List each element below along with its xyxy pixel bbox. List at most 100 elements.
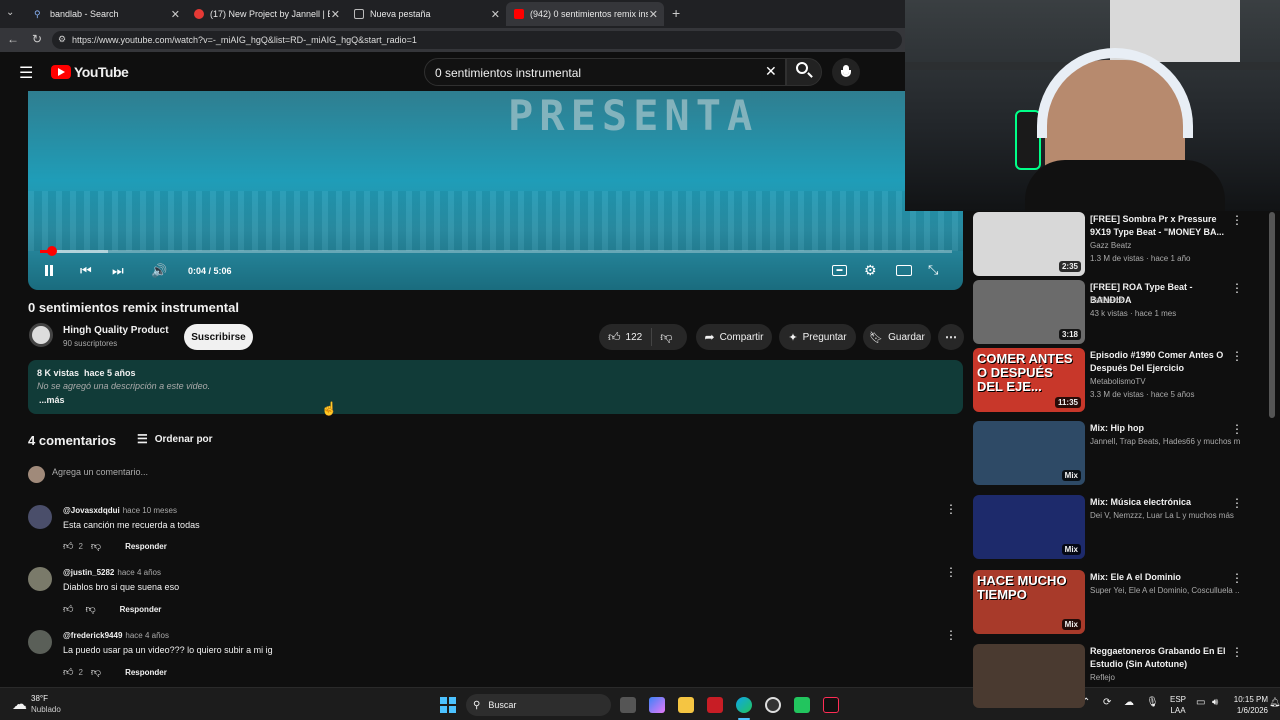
reply-button[interactable]: Responder	[120, 605, 162, 614]
comment-time[interactable]: hace 4 años	[125, 631, 169, 640]
scrubber-handle[interactable]	[46, 246, 57, 256]
comment-author[interactable]: @frederick9449	[63, 631, 122, 640]
video-thumbnail[interactable]	[973, 644, 1085, 708]
language-indicator[interactable]: ESP LAA	[1170, 694, 1186, 716]
add-comment-input[interactable]: Agrega un comentario...	[52, 467, 952, 479]
settings-gear-icon[interactable]: ⚙	[864, 262, 877, 279]
next-icon[interactable]: ⏭	[112, 263, 124, 279]
save-button[interactable]: 🔖︎ Guardar	[863, 324, 931, 350]
clock[interactable]: 10:15 PM 1/6/2026	[1230, 694, 1268, 716]
edge-browser-icon[interactable]	[736, 697, 752, 713]
comment-avatar[interactable]	[28, 567, 52, 591]
video-thumbnail[interactable]: Mix	[973, 495, 1085, 559]
video-thumbnail[interactable]: COMER ANTES O DESPUÉS DEL EJE... 11:35	[973, 348, 1085, 412]
recommended-menu-icon[interactable]: ⋮	[1231, 496, 1243, 510]
subscribe-button[interactable]: Suscribirse	[184, 324, 253, 350]
volume-icon[interactable]: 🔊	[151, 263, 167, 279]
recommended-video-title[interactable]: [FREE] Sombra Pr x Pressure 9X19 Type Be…	[1090, 213, 1230, 239]
recommended-menu-icon[interactable]: ⋮	[1231, 645, 1243, 659]
video-player[interactable]: PRESENTA ⏮ ⏭ 🔊 0:04 / 5:06 ▬ ⚙ ⤡	[28, 91, 963, 290]
taskbar-search-box[interactable]: ⚲ Buscar	[466, 694, 611, 716]
reply-button[interactable]: Responder	[125, 542, 167, 551]
comment-like-thumbs-up-icon[interactable]: 👍︎	[63, 603, 73, 615]
tab-list-chevron-icon[interactable]: ⌄	[6, 7, 14, 18]
recommended-channel[interactable]: Reflejo	[1090, 673, 1240, 682]
sidebar-scrollbar[interactable]	[1269, 212, 1275, 418]
close-tab-icon[interactable]: ✕	[171, 8, 180, 21]
task-view-icon[interactable]	[620, 697, 636, 713]
discord-icon[interactable]	[794, 697, 810, 713]
recommended-channel[interactable]: Gazz Beatz	[1090, 241, 1240, 250]
network-icon[interactable]: ▭	[1196, 697, 1205, 708]
tab-bandlab-project[interactable]: (17) New Project by Jannell | BandLab ✕	[186, 2, 346, 26]
close-tab-icon[interactable]: ✕	[331, 8, 340, 21]
file-explorer-icon[interactable]	[678, 697, 694, 713]
tray-app-icon[interactable]: ⟳	[1103, 697, 1111, 708]
sort-comments-button[interactable]: ☰ Ordenar por	[137, 432, 213, 446]
comment-dislike-thumbs-down-icon[interactable]: 👎︎	[91, 666, 101, 678]
close-tab-icon[interactable]: ✕	[491, 8, 500, 21]
comment-author[interactable]: @Jovasxdqdui	[63, 506, 120, 515]
tab-bandlab-search[interactable]: ⚲ bandlab - Search ✕	[26, 2, 186, 26]
recommended-video-title[interactable]: Reggaetoneros Grabando En El Estudio (Si…	[1090, 645, 1230, 671]
back-arrow-icon[interactable]: ←	[7, 32, 19, 46]
search-button[interactable]	[786, 58, 822, 86]
more-actions-icon[interactable]: ⋯	[938, 324, 964, 350]
recommended-video-title[interactable]: Episodio #1990 Comer Antes O Después Del…	[1090, 349, 1230, 375]
recommended-menu-icon[interactable]: ⋮	[1231, 213, 1243, 227]
comment-author[interactable]: @justin_5282	[63, 568, 114, 577]
video-thumbnail[interactable]: HACE MUCHO TIEMPO Mix	[973, 570, 1085, 634]
share-button[interactable]: ➦ Compartir	[696, 324, 772, 350]
reload-icon[interactable]: ↻	[32, 32, 42, 46]
pause-icon[interactable]	[43, 265, 55, 277]
clear-search-icon[interactable]: ✕	[765, 63, 777, 80]
channel-name[interactable]: Hingh Quality Product	[63, 325, 169, 336]
progress-bar[interactable]	[40, 246, 952, 256]
subtitles-icon[interactable]: ▬	[832, 265, 847, 276]
comment-like-thumbs-up-icon[interactable]: 👍︎	[63, 540, 73, 552]
video-thumbnail[interactable]: Mix	[973, 421, 1085, 485]
recommended-channel[interactable]: Ka1serzz	[1090, 296, 1240, 305]
comment-time[interactable]: hace 10 meses	[123, 506, 177, 515]
recommended-video-title[interactable]: Mix: Hip hop	[1090, 422, 1230, 435]
tray-mic-icon[interactable]: 🎙︎	[1146, 697, 1159, 708]
notification-bell-icon[interactable]: 🔔︎	[1269, 697, 1280, 708]
comment-menu-icon[interactable]: ⋮	[945, 502, 957, 516]
mcafee-shield-icon[interactable]	[707, 697, 723, 713]
recommended-channel[interactable]: Jannell, Trap Beats, Hades66 y muchos má…	[1090, 437, 1240, 446]
recommended-menu-icon[interactable]: ⋮	[1231, 281, 1243, 295]
voice-search-mic-icon[interactable]	[832, 58, 860, 86]
recommended-channel[interactable]: Super Yei, Ele A el Dominio, Cosculluela…	[1090, 586, 1240, 595]
recommended-channel[interactable]: Dei V, Nemzzz, Luar La L y muchos más	[1090, 511, 1240, 520]
site-info-icon[interactable]: ⚙	[58, 34, 66, 45]
previous-icon[interactable]: ⏮	[80, 263, 92, 279]
recommended-channel[interactable]: MetabolismoTV	[1090, 377, 1240, 386]
ask-button[interactable]: ✦ Preguntar	[779, 324, 856, 350]
comment-avatar[interactable]	[28, 505, 52, 529]
tray-cloud-icon[interactable]: ☁	[1124, 697, 1134, 708]
comment-menu-icon[interactable]: ⋮	[945, 628, 957, 642]
video-thumbnail[interactable]: 3:18	[973, 280, 1085, 344]
recommended-video-title[interactable]: Mix: Ele A el Dominio	[1090, 571, 1230, 584]
menu-hamburger-icon[interactable]: ☰	[19, 63, 33, 83]
weather-widget[interactable]: ☁ 38°F Nublado	[12, 693, 61, 715]
recommended-video-title[interactable]: Mix: Música electrónica	[1090, 496, 1230, 509]
channel-avatar[interactable]	[29, 323, 53, 347]
close-tab-icon[interactable]: ✕	[649, 8, 658, 21]
tab-new-tab[interactable]: Nueva pestaña ✕	[346, 2, 506, 26]
tab-youtube-active[interactable]: (942) 0 sentimientos remix instrumental …	[506, 2, 664, 26]
comment-dislike-thumbs-down-icon[interactable]: 👎︎	[85, 603, 95, 615]
search-input[interactable]: 0 sentimientos instrumental ✕	[424, 58, 786, 86]
comment-menu-icon[interactable]: ⋮	[945, 565, 957, 579]
recommended-menu-icon[interactable]: ⋮	[1231, 349, 1243, 363]
new-tab-plus-icon[interactable]: +	[672, 5, 680, 21]
comment-like-thumbs-up-icon[interactable]: 👍︎	[63, 666, 73, 678]
speaker-icon[interactable]: 🔊︎	[1212, 697, 1218, 708]
tiktok-icon[interactable]	[823, 697, 839, 713]
description-box[interactable]: 8 K vistas hace 5 años No se agregó una …	[28, 360, 963, 414]
like-button[interactable]: 👍︎ 122	[599, 328, 653, 346]
recommended-menu-icon[interactable]: ⋮	[1231, 571, 1243, 585]
youtube-logo[interactable]: YouTube	[51, 64, 129, 80]
obs-studio-icon[interactable]	[765, 697, 781, 713]
comment-dislike-thumbs-down-icon[interactable]: 👎︎	[91, 540, 101, 552]
